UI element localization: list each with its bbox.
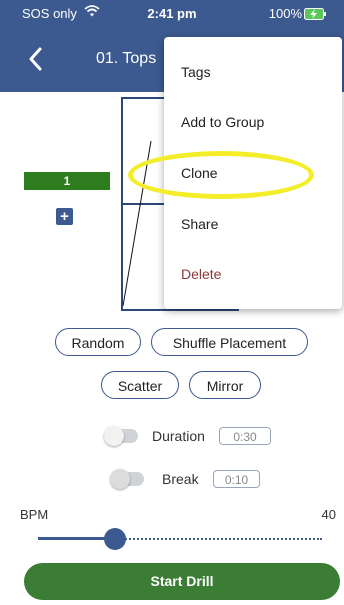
status-bar: SOS only 2:41 pm 100% (0, 0, 344, 26)
menu-item-add-to-group[interactable]: Add to Group (181, 114, 264, 130)
toggle-knob (104, 426, 124, 446)
mirror-button[interactable]: Mirror (189, 371, 261, 399)
bpm-label: BPM (20, 507, 49, 522)
shuffle-placement-button[interactable]: Shuffle Placement (151, 328, 308, 356)
scatter-button[interactable]: Scatter (101, 371, 179, 399)
menu-item-tags[interactable]: Tags (181, 64, 211, 80)
duration-toggle[interactable] (104, 426, 138, 446)
highlight-annotation (128, 151, 314, 199)
chevron-left-icon[interactable] (26, 46, 46, 72)
break-toggle[interactable] (110, 469, 144, 489)
menu-item-share[interactable]: Share (181, 216, 218, 232)
duration-value[interactable]: 0:30 (219, 427, 271, 445)
menu-item-delete[interactable]: Delete (181, 266, 221, 282)
battery-charging-icon (304, 8, 326, 20)
random-button[interactable]: Random (55, 328, 141, 356)
page-title: 01. Tops (96, 50, 157, 67)
plus-icon[interactable]: + (56, 208, 73, 225)
bpm-slider-thumb[interactable] (103, 528, 126, 550)
break-value[interactable]: 0:10 (213, 470, 260, 488)
start-drill-button[interactable]: Start Drill (24, 563, 340, 600)
bpm-value: 40 (321, 507, 336, 522)
count-bar: 1 (24, 172, 110, 190)
toggle-knob (110, 469, 130, 489)
break-label: Break (162, 471, 199, 487)
duration-label: Duration (152, 428, 205, 444)
battery-percent: 100% (268, 6, 302, 21)
